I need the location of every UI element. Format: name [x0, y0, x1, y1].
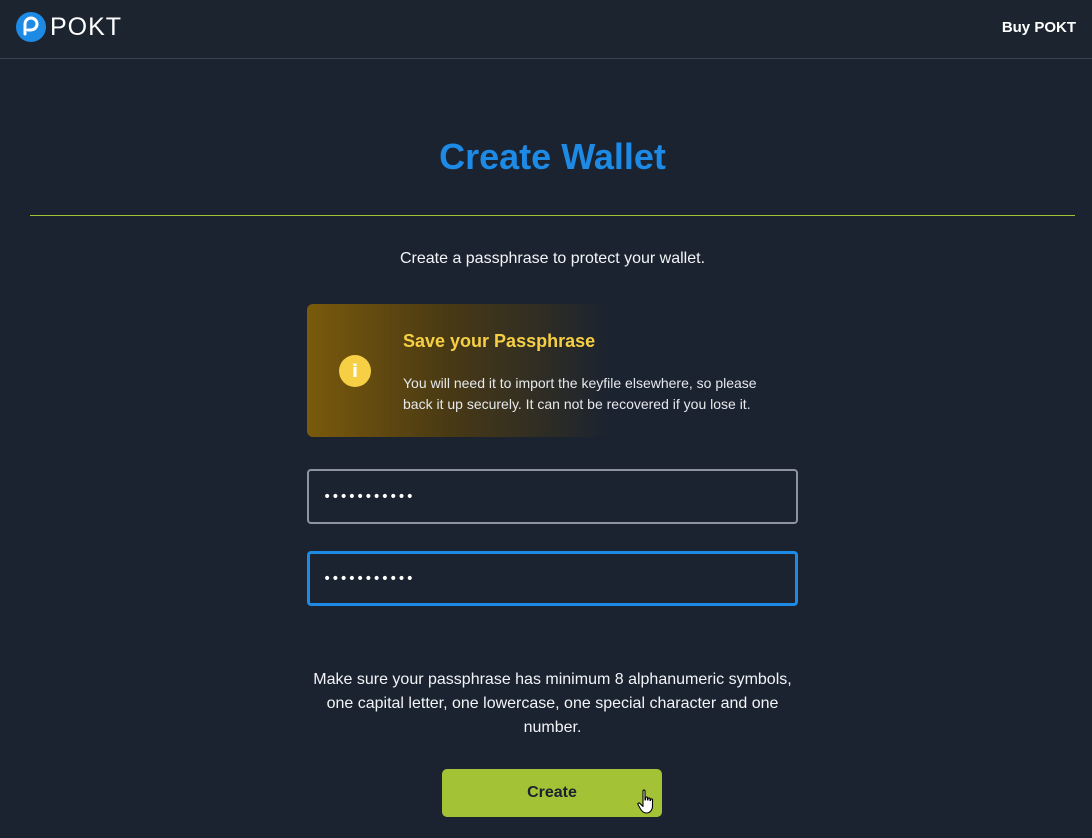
- warning-title: Save your Passphrase: [403, 331, 596, 351]
- create-button[interactable]: Create: [442, 769, 662, 817]
- hand-pointer-icon: [637, 789, 654, 814]
- passphrase-input[interactable]: [307, 469, 798, 524]
- logo-text: POKT: [50, 13, 123, 41]
- pokt-logo-icon: [16, 12, 46, 42]
- warning-body: You will need it to import the keyfile e…: [403, 375, 757, 412]
- pokt-logo[interactable]: POKT: [16, 12, 122, 42]
- confirm-passphrase-input[interactable]: [307, 551, 798, 606]
- info-icon: i: [339, 355, 371, 387]
- page-title: Create Wallet: [439, 136, 666, 177]
- top-nav-bar: POKT Buy POKT: [0, 0, 1092, 59]
- save-passphrase-warning: i Save your Passphrase You will need it …: [307, 304, 798, 437]
- title-divider: [30, 215, 1075, 216]
- buy-pokt-link[interactable]: Buy POKT: [1002, 19, 1076, 36]
- subtitle: Create a passphrase to protect your wall…: [399, 250, 706, 267]
- passphrase-requirements-hint: Make sure your passphrase has minimum 8 …: [313, 671, 792, 736]
